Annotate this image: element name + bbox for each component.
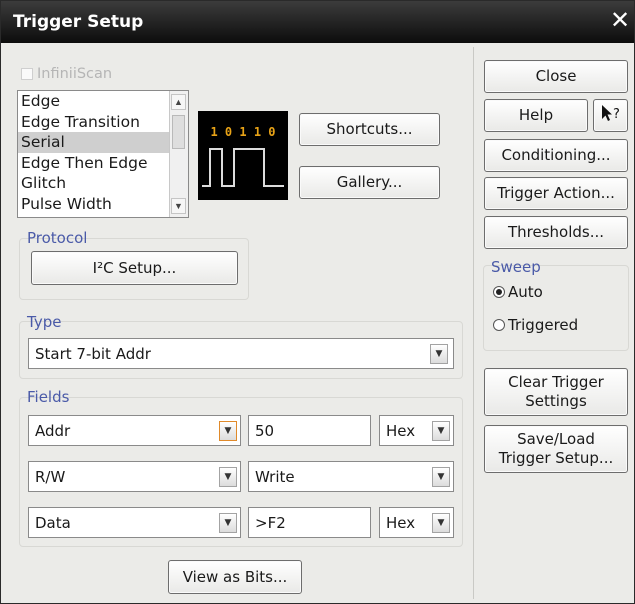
sweep-group	[483, 265, 629, 351]
format-value: Hex	[386, 514, 416, 532]
save-load-label-1: Save/Load	[517, 430, 595, 448]
gallery-label: Gallery...	[336, 173, 403, 191]
i2c-setup-label: I²C Setup...	[92, 258, 177, 277]
type-select[interactable]: Start 7-bit Addr ▼	[28, 338, 454, 369]
view-as-bits-label: View as Bits...	[182, 567, 288, 586]
clear-trigger-label-2: Settings	[525, 392, 587, 410]
chevron-down-icon[interactable]: ▼	[432, 467, 450, 487]
save-load-label-2: Trigger Setup...	[498, 449, 614, 467]
scroll-up-icon[interactable]: ▲	[171, 94, 186, 110]
dialog-title: Trigger Setup	[13, 12, 144, 32]
chevron-down-icon[interactable]: ▼	[219, 467, 237, 487]
waveform-icon: 1 0 1 1 0	[202, 125, 284, 187]
close-button[interactable]: Close	[484, 60, 628, 93]
i2c-setup-button[interactable]: I²C Setup...	[31, 251, 238, 285]
shortcuts-button[interactable]: Shortcuts...	[299, 113, 440, 146]
field-name-value: R/W	[35, 468, 66, 486]
field-value-text: 50	[255, 422, 275, 440]
title-bar[interactable]: Trigger Setup ✕	[1, 1, 634, 43]
scroll-thumb[interactable]	[172, 115, 185, 149]
field-name-value: Data	[35, 514, 71, 532]
sweep-triggered-label: Triggered	[508, 316, 579, 334]
protocol-label: Protocol	[27, 229, 88, 247]
chevron-down-icon[interactable]: ▼	[430, 344, 448, 364]
list-item[interactable]: Edge Transition	[18, 112, 169, 133]
whats-this-button[interactable]: ?	[593, 99, 628, 132]
type-label: Type	[27, 313, 62, 331]
type-value: Start 7-bit Addr	[35, 345, 151, 363]
list-item[interactable]: Pulse Width	[18, 194, 169, 215]
help-label: Help	[518, 106, 554, 124]
help-button[interactable]: Help	[484, 99, 588, 132]
chevron-down-icon[interactable]: ▼	[432, 513, 450, 533]
field-name-select[interactable]: Addr ▼	[28, 415, 241, 446]
trigger-action-label: Trigger Action...	[497, 184, 615, 202]
serial-waveform-preview: 1 0 1 1 0	[198, 111, 288, 200]
chevron-down-icon[interactable]: ▼	[219, 421, 237, 441]
radio-selected-icon	[493, 286, 505, 298]
close-label: Close	[535, 67, 577, 85]
infiniiscan-checkbox: InfiniiScan	[21, 66, 112, 82]
rw-select[interactable]: Write ▼	[248, 461, 454, 492]
bit-pattern: 1 0 1 1 0	[210, 125, 275, 139]
trigger-type-list[interactable]: Edge Edge Transition Serial Edge Then Ed…	[17, 90, 189, 218]
view-as-bits-button[interactable]: View as Bits...	[168, 560, 302, 594]
thresholds-button[interactable]: Thresholds...	[484, 216, 628, 249]
rw-value: Write	[255, 468, 295, 486]
sweep-label: Sweep	[491, 258, 541, 276]
pointer-question-icon: ?	[599, 104, 623, 128]
field-name-select[interactable]: Data ▼	[28, 507, 241, 538]
list-item[interactable]: Glitch	[18, 173, 169, 194]
shortcuts-label: Shortcuts...	[326, 120, 413, 138]
separator	[473, 47, 474, 599]
trigger-setup-dialog: Trigger Setup ✕ InfiniiScan Edge Edge Tr…	[0, 0, 635, 604]
radio-icon	[493, 319, 505, 331]
list-item[interactable]: Edge Then Edge	[18, 153, 169, 174]
list-item[interactable]: Edge	[18, 91, 169, 112]
close-icon[interactable]: ✕	[608, 6, 632, 34]
chevron-down-icon[interactable]: ▼	[432, 421, 450, 441]
thresholds-label: Thresholds...	[507, 223, 605, 241]
fields-label: Fields	[27, 388, 70, 406]
chevron-down-icon[interactable]: ▼	[219, 513, 237, 533]
field-value-input[interactable]: >F2	[248, 507, 371, 538]
format-value: Hex	[386, 422, 416, 440]
sweep-triggered-radio[interactable]: Triggered	[493, 316, 578, 334]
checkbox-box	[21, 68, 33, 80]
list-item-selected[interactable]: Serial	[18, 132, 169, 153]
svg-text:?: ?	[613, 107, 620, 122]
field-value-text: >F2	[255, 514, 286, 532]
infiniiscan-label: InfiniiScan	[37, 66, 113, 82]
trigger-action-button[interactable]: Trigger Action...	[484, 177, 628, 210]
sweep-auto-radio[interactable]: Auto	[493, 283, 543, 301]
scroll-down-icon[interactable]: ▼	[171, 198, 186, 214]
field-value-input[interactable]: 50	[248, 415, 371, 446]
format-select[interactable]: Hex ▼	[379, 507, 454, 538]
sweep-auto-label: Auto	[508, 283, 543, 301]
field-name-select[interactable]: R/W ▼	[28, 461, 241, 492]
conditioning-button[interactable]: Conditioning...	[484, 139, 628, 172]
save-load-trigger-setup-button[interactable]: Save/Load Trigger Setup...	[484, 425, 628, 473]
list-scrollbar[interactable]: ▲ ▼	[169, 91, 188, 217]
clear-trigger-label-1: Clear Trigger	[508, 373, 604, 391]
field-name-value: Addr	[35, 422, 71, 440]
gallery-button[interactable]: Gallery...	[299, 166, 440, 199]
clear-trigger-settings-button[interactable]: Clear Trigger Settings	[484, 368, 628, 416]
conditioning-label: Conditioning...	[501, 146, 611, 164]
format-select[interactable]: Hex ▼	[379, 415, 454, 446]
